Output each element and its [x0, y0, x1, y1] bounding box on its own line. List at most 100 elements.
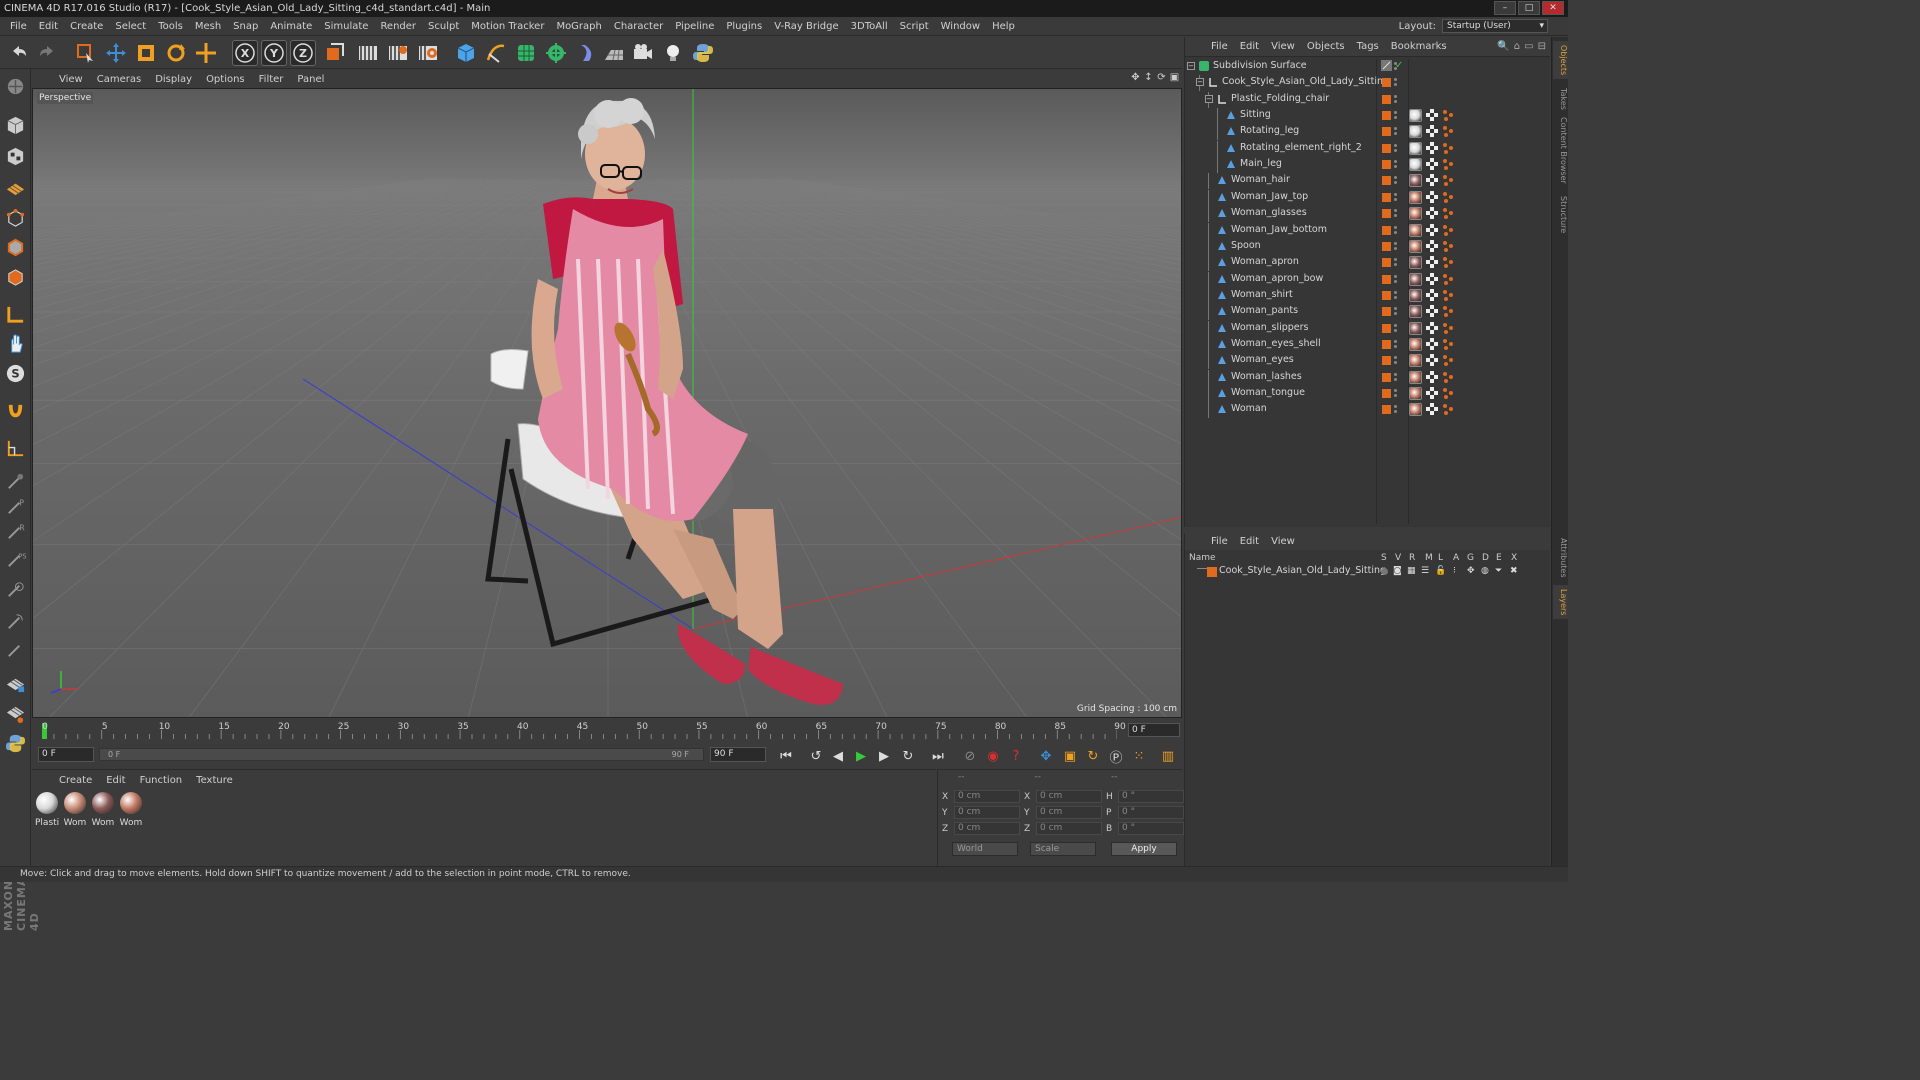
layer-color-chip[interactable]: [1382, 405, 1391, 415]
material-tag-icon[interactable]: [1409, 174, 1422, 188]
uvw-tag-icon[interactable]: [1426, 239, 1439, 253]
visibility-dots[interactable]: [1394, 208, 1398, 219]
selection-tag-icon[interactable]: [1442, 109, 1455, 122]
object-name[interactable]: Woman_Jaw_bottom: [1231, 224, 1327, 235]
layer-color-chip[interactable]: [1382, 209, 1391, 219]
object-row[interactable]: Woman_pants: [1185, 304, 1551, 321]
object-name[interactable]: Woman_eyes: [1231, 354, 1294, 365]
visibility-dots[interactable]: [1394, 192, 1398, 203]
record-keys-off-icon[interactable]: ⊘: [960, 746, 980, 766]
key-scale-icon[interactable]: ▣: [1060, 746, 1080, 766]
uvw-tag-icon[interactable]: [1426, 387, 1439, 400]
uvw-tag-icon[interactable]: [1426, 174, 1439, 187]
subdivision-surface-icon[interactable]: [513, 40, 539, 66]
play-forward-icon[interactable]: ▶: [851, 746, 871, 766]
object-name[interactable]: Rotating_leg: [1240, 125, 1299, 136]
object-name[interactable]: Woman_lashes: [1231, 371, 1302, 382]
tweak-mode-icon[interactable]: [3, 331, 28, 356]
material-tag-icon[interactable]: [1409, 223, 1422, 237]
brush-tool-5-icon[interactable]: [3, 577, 28, 602]
menu-render[interactable]: Render: [374, 21, 422, 32]
object-name[interactable]: Woman_shirt: [1231, 289, 1293, 300]
autokey-icon[interactable]: ?: [1006, 746, 1026, 766]
menu-file[interactable]: File: [4, 21, 33, 32]
go-to-start-icon[interactable]: ⏮: [776, 746, 796, 766]
object-row[interactable]: Woman_shirt: [1185, 287, 1551, 304]
current-frame-field[interactable]: 0 F: [1128, 723, 1180, 737]
size-z-field[interactable]: 0 cm: [1036, 822, 1102, 835]
uvw-tag-icon[interactable]: [1426, 223, 1439, 237]
previous-frame-icon[interactable]: ◀: [828, 746, 848, 766]
object-row[interactable]: − Plastic_Folding_chair: [1185, 91, 1551, 108]
side-tab-attributes[interactable]: Attributes: [1553, 533, 1568, 583]
visibility-dots[interactable]: [1394, 372, 1398, 383]
cube-object-icon[interactable]: [453, 40, 479, 66]
visibility-dots[interactable]: [1394, 94, 1398, 105]
layer-column-e[interactable]: E: [1496, 553, 1502, 563]
viewport-menu-options[interactable]: Options: [199, 74, 252, 85]
visibility-dots[interactable]: [1394, 355, 1398, 366]
layout-dropdown[interactable]: Startup (User): [1442, 19, 1548, 33]
menu-plugins[interactable]: Plugins: [720, 21, 768, 32]
selection-tag-icon[interactable]: [1442, 403, 1455, 416]
layer-column-l[interactable]: L: [1438, 553, 1443, 563]
deformer-icon[interactable]: [573, 40, 599, 66]
menu-animate[interactable]: Animate: [264, 21, 318, 32]
uvw-tag-icon[interactable]: [1426, 109, 1439, 122]
visibility-dots[interactable]: [1394, 274, 1398, 285]
layer-color-chip[interactable]: [1382, 241, 1391, 251]
object-menu-tags[interactable]: Tags: [1351, 41, 1385, 52]
layer-color-swatch[interactable]: [1207, 567, 1217, 577]
object-row[interactable]: Woman_glasses: [1185, 206, 1551, 223]
move-tool-icon[interactable]: [103, 40, 129, 66]
material-menu-edit[interactable]: Edit: [99, 775, 132, 786]
timeline-ruler[interactable]: 0 5 10 15 20 25 30 35 40 45 50 55 60 65 70 75 80 85 90 0 F: [32, 719, 1182, 745]
next-key-icon[interactable]: ↻: [898, 746, 918, 766]
selection-tag-icon[interactable]: [1442, 191, 1455, 204]
rotation-p-field[interactable]: 0 °: [1118, 806, 1184, 819]
perspective-viewport[interactable]: Perspective Grid Spacing : 100 cm: [32, 88, 1182, 718]
viewport-menu-filter[interactable]: Filter: [252, 74, 291, 85]
object-menu-file[interactable]: File: [1205, 41, 1234, 52]
layer-deformers-icon[interactable]: ◍: [1481, 566, 1489, 576]
material-tag-icon[interactable]: [1409, 321, 1422, 335]
side-tab-objects[interactable]: Objects: [1553, 41, 1568, 79]
layer-color-chip[interactable]: [1382, 307, 1391, 317]
layer-color-chip[interactable]: [1382, 290, 1391, 300]
home-icon[interactable]: ⌂: [1514, 41, 1520, 52]
new-view-icon[interactable]: ▭: [1524, 41, 1533, 52]
z-axis-lock-button[interactable]: Z: [290, 40, 316, 66]
scale-tool-icon[interactable]: [133, 40, 159, 66]
layer-generators-icon[interactable]: ✥: [1467, 566, 1475, 576]
position-y-field[interactable]: 0 cm: [954, 806, 1020, 819]
object-row[interactable]: Rotating_leg: [1185, 124, 1551, 141]
object-row[interactable]: Woman_slippers: [1185, 320, 1551, 337]
selection-tag-icon[interactable]: [1442, 289, 1455, 302]
object-name[interactable]: Rotating_element_right_2: [1240, 142, 1362, 153]
object-name[interactable]: Woman_eyes_shell: [1231, 338, 1321, 349]
coordinate-system-icon[interactable]: [321, 40, 347, 66]
layer-color-chip[interactable]: [1382, 372, 1391, 382]
redo-button[interactable]: [34, 40, 60, 66]
material-swatch[interactable]: Wom: [91, 792, 115, 828]
next-frame-icon[interactable]: ▶: [874, 746, 894, 766]
uvw-tag-icon[interactable]: [1426, 190, 1439, 204]
selection-tag-icon[interactable]: [1442, 158, 1455, 171]
rotation-b-field[interactable]: 0 °: [1118, 822, 1184, 835]
rotate-tool-icon[interactable]: [163, 40, 189, 66]
visibility-dots[interactable]: [1394, 404, 1398, 415]
uvw-tag-icon[interactable]: [1426, 141, 1439, 155]
selection-tag-icon[interactable]: [1442, 174, 1455, 187]
object-row[interactable]: Woman_eyes_shell: [1185, 336, 1551, 353]
layer-color-chip[interactable]: [1382, 258, 1391, 268]
menu-select[interactable]: Select: [109, 21, 152, 32]
live-selection-icon[interactable]: [72, 40, 98, 66]
expand-toggle-icon[interactable]: −: [1205, 94, 1213, 103]
material-tag-icon[interactable]: [1409, 337, 1422, 351]
magnet-icon[interactable]: [3, 399, 28, 424]
layer-row[interactable]: Cook_Style_Asian_Old_Lady_Sitting ◙ ▦ ☰ …: [1185, 565, 1551, 579]
material-tag-icon[interactable]: [1409, 403, 1422, 417]
object-row[interactable]: Woman_tongue: [1185, 386, 1551, 402]
spline-pen-icon[interactable]: [483, 40, 509, 66]
object-row[interactable]: − Subdivision Surface ✓: [1185, 59, 1551, 75]
